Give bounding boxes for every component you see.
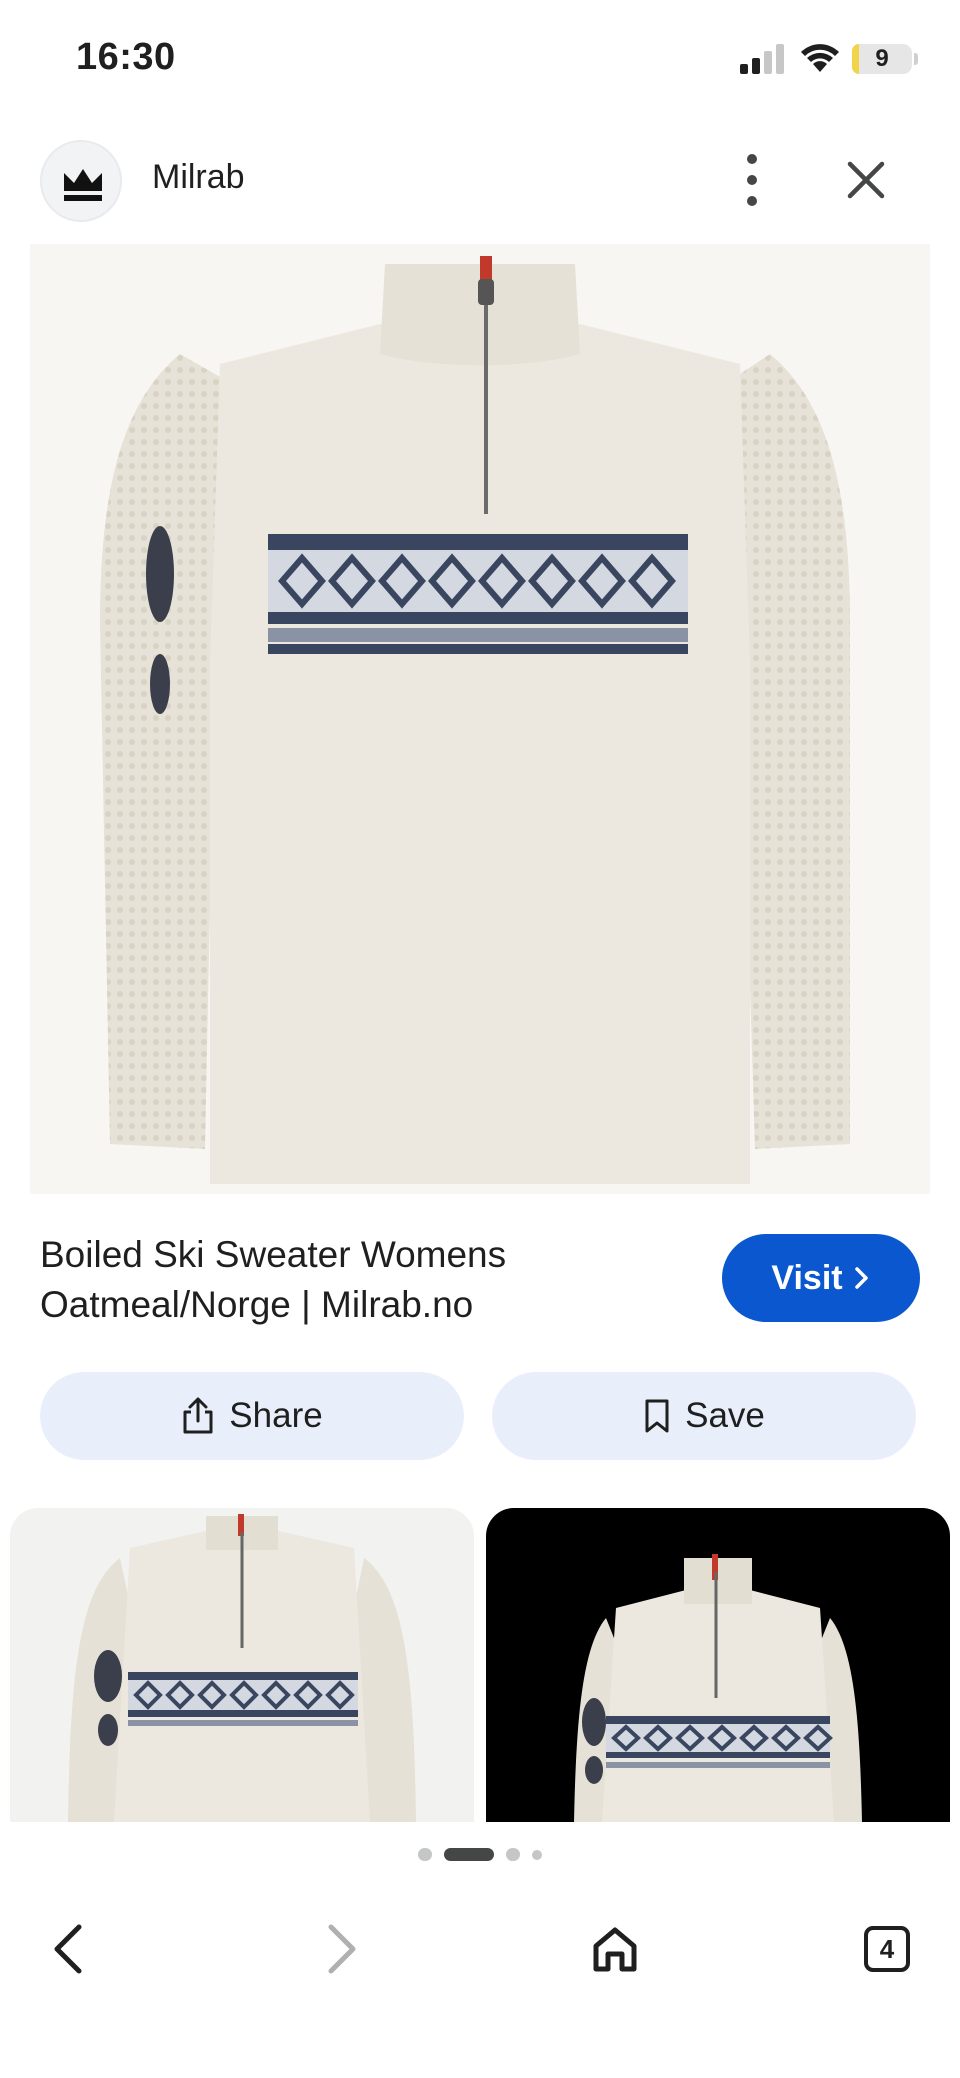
result-title-line1: Boiled Ski Sweater Womens: [40, 1234, 507, 1275]
more-vertical-icon: [747, 154, 757, 164]
more-dot: [747, 175, 757, 185]
close-icon[interactable]: [840, 154, 892, 206]
bookmark-icon: [645, 1399, 669, 1433]
related-image-2[interactable]: [486, 1508, 950, 1822]
back-button[interactable]: [24, 1904, 114, 1994]
chevron-left-icon: [54, 1924, 82, 1974]
cellular-signal-icon: [740, 44, 784, 74]
product-image[interactable]: [30, 244, 930, 1194]
page-dot: [532, 1850, 542, 1860]
battery-cap: [914, 53, 918, 65]
chevron-right-icon: [328, 1924, 356, 1974]
visit-label: Visit: [771, 1258, 843, 1297]
home-icon: [593, 1927, 637, 1972]
visit-button[interactable]: Visit: [722, 1234, 920, 1322]
page-dot: [418, 1848, 432, 1861]
related-sweater-illustration: [574, 1554, 862, 1822]
page-dot-active: [444, 1848, 494, 1861]
result-title[interactable]: Boiled Ski Sweater Womens Oatmeal/Norge …: [40, 1230, 680, 1330]
chevron-right-icon: [854, 1267, 868, 1289]
share-label: Share: [229, 1396, 323, 1435]
status-time: 16:30: [76, 36, 176, 78]
status-bar: 16:30 9: [0, 0, 960, 120]
related-image-1[interactable]: [10, 1508, 474, 1822]
home-button[interactable]: [570, 1904, 660, 1994]
site-logo[interactable]: [40, 140, 122, 222]
mountain-crown-icon: [64, 169, 102, 201]
page-indicator: [0, 1844, 960, 1864]
share-button[interactable]: Share: [40, 1372, 464, 1460]
browser-toolbar: 4: [0, 1882, 960, 2078]
lens-header: Milrab: [0, 130, 960, 230]
forward-button[interactable]: [296, 1904, 386, 1994]
more-dot: [747, 196, 757, 206]
share-icon: [183, 1397, 213, 1434]
sweater-illustration: [100, 256, 850, 1184]
save-label: Save: [685, 1396, 765, 1435]
result-title-line2: Oatmeal/Norge | Milrab.no: [40, 1284, 474, 1325]
save-button[interactable]: Save: [492, 1372, 916, 1460]
page-dot: [506, 1848, 520, 1861]
tabs-button[interactable]: 4: [842, 1904, 932, 1994]
site-name[interactable]: Milrab: [152, 158, 245, 197]
battery-level: 9: [875, 45, 889, 72]
tabs-count: 4: [864, 1926, 910, 1972]
more-options-button[interactable]: [730, 150, 774, 210]
related-sweater-illustration: [68, 1514, 416, 1822]
battery-icon: 9: [852, 44, 912, 74]
wifi-icon: [801, 44, 839, 72]
